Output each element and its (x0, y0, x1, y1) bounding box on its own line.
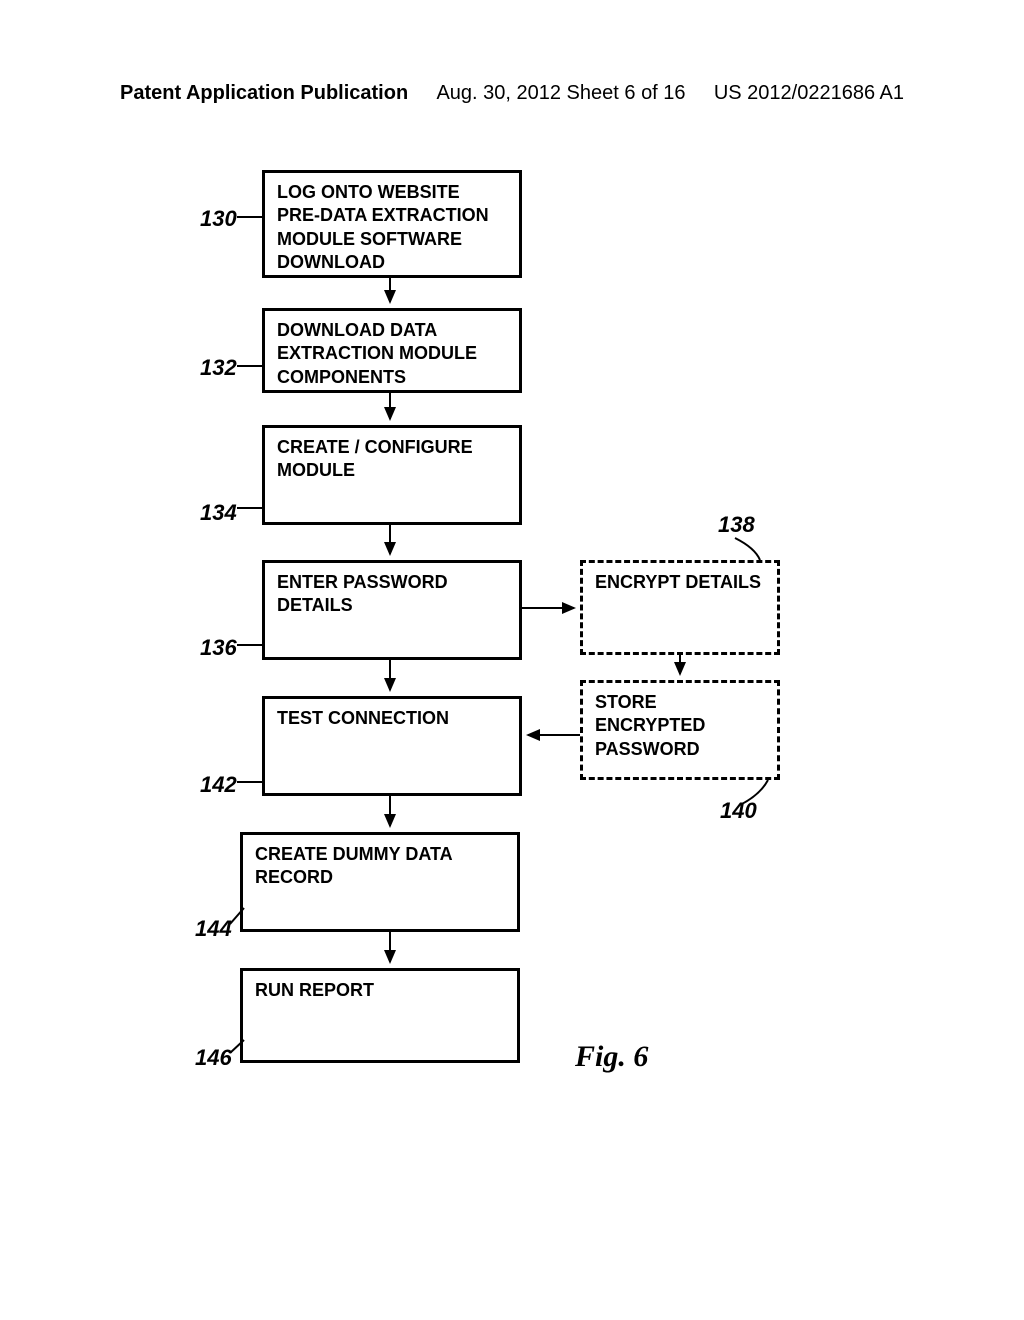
header-publication-label: Patent Application Publication (120, 82, 408, 105)
flowchart-arrows (0, 160, 1024, 1160)
header-pub-number: US 2012/0221686 A1 (714, 82, 904, 105)
flowchart-diagram: LOG ONTO WEBSITE PRE-DATA EXTRACTION MOD… (0, 160, 1024, 1210)
header-date-sheet: Aug. 30, 2012 Sheet 6 of 16 (436, 82, 685, 105)
page-header: Patent Application Publication Aug. 30, … (0, 82, 1024, 105)
